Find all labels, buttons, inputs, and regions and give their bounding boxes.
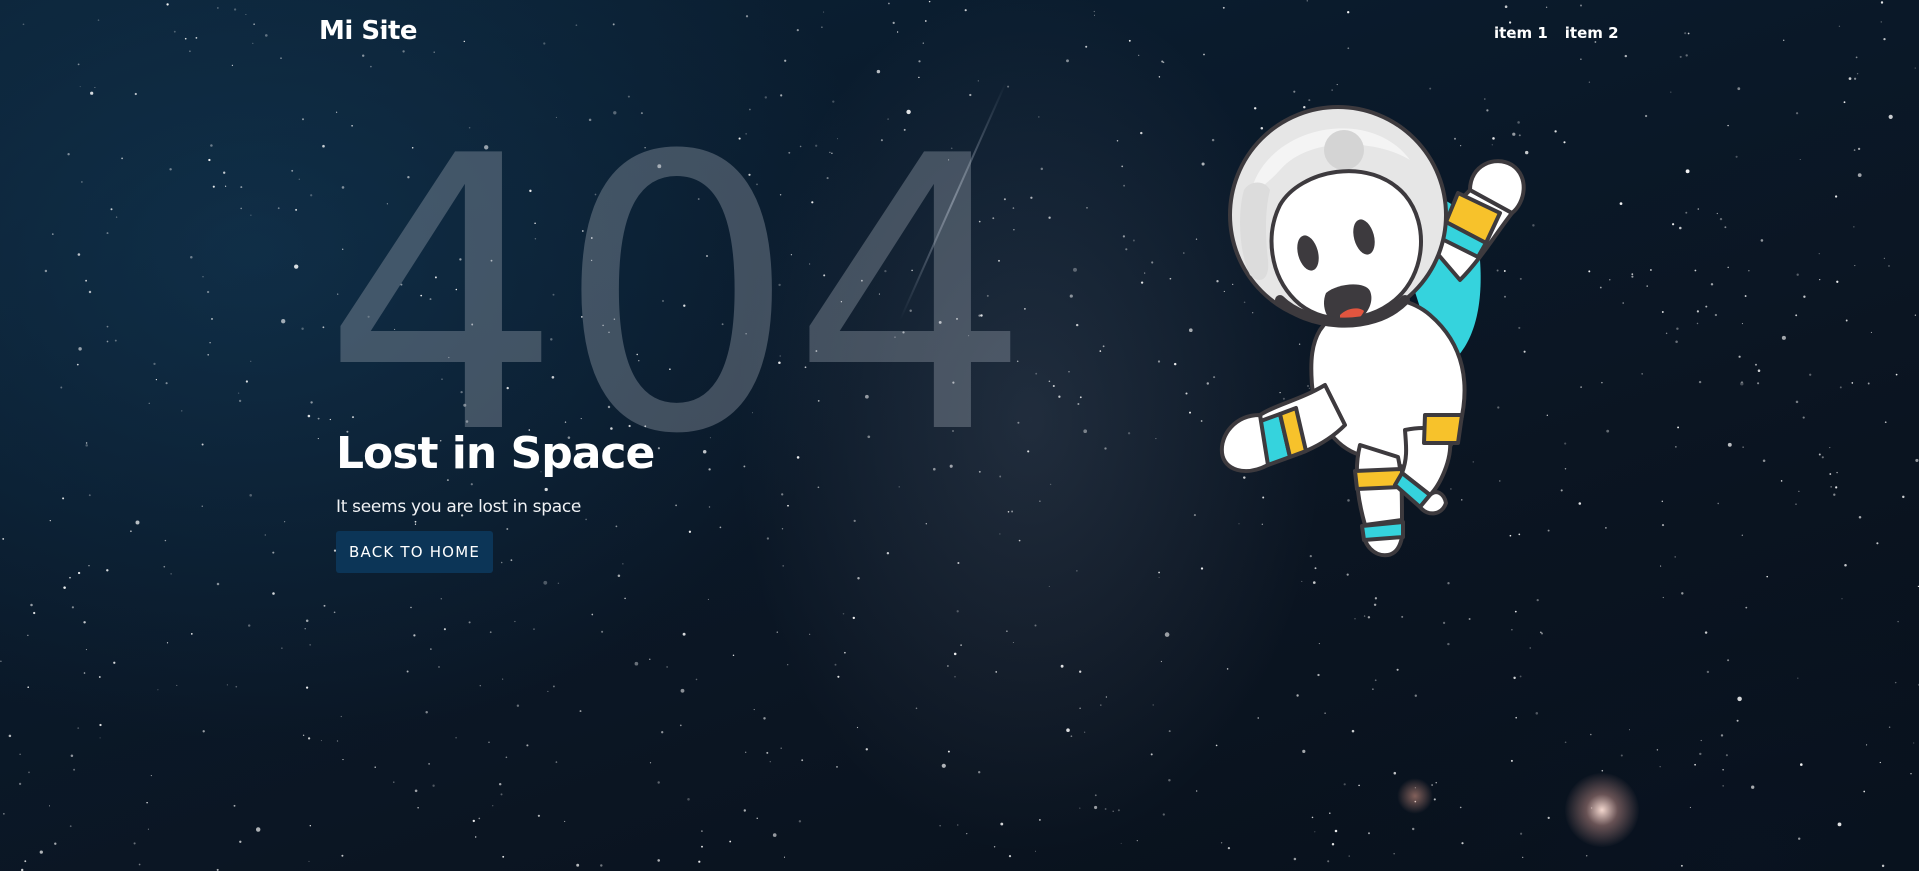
left-glove xyxy=(1219,413,1270,473)
astronaut-illustration xyxy=(1219,105,1526,558)
back-to-home-button[interactable]: BACK TO HOME xyxy=(336,531,494,574)
page-title: Lost in Space xyxy=(336,428,655,479)
error-content: Lost in Space It seems you are lost in s… xyxy=(336,428,655,574)
distant-star-glow xyxy=(1397,778,1433,814)
navbar: Mi Site item 1 item 2 xyxy=(0,0,1919,68)
nav-item-1[interactable]: item 1 xyxy=(1494,24,1548,42)
site-brand[interactable]: Mi Site xyxy=(319,16,418,46)
page-background: Mi Site item 1 item 2 404 Lost in Space … xyxy=(0,0,1919,871)
page-subtitle: It seems you are lost in space xyxy=(336,497,582,518)
nav-links: item 1 item 2 xyxy=(1494,24,1619,42)
bright-star-glow xyxy=(1565,773,1639,847)
nav-item-2[interactable]: item 2 xyxy=(1565,24,1619,42)
